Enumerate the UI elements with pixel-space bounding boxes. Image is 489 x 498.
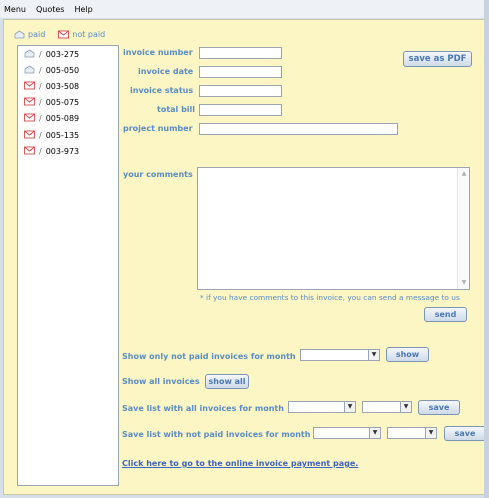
invoice-status-label: invoice status — [130, 86, 194, 95]
chevron-down-icon[interactable]: ▼ — [344, 402, 355, 412]
separator: / — [39, 114, 42, 124]
invoice-list-item[interactable]: /005-075 — [18, 95, 118, 111]
invoice-id: 005-075 — [45, 98, 80, 108]
chevron-down-icon[interactable]: ▼ — [400, 402, 411, 412]
invoice-id: 003-275 — [45, 49, 80, 59]
invoice-id: 005-050 — [45, 65, 80, 75]
not-paid-envelope-icon — [24, 130, 35, 141]
separator: / — [39, 146, 42, 156]
show-all-button[interactable]: show all — [205, 374, 249, 389]
comments-label: your comments — [123, 170, 193, 179]
separator: / — [39, 81, 42, 91]
show-button[interactable]: show — [386, 347, 429, 362]
invoice-id: 005-089 — [45, 114, 80, 124]
project-number-field[interactable] — [199, 123, 398, 135]
invoice-id: 003-973 — [45, 146, 80, 156]
legend-paid-label: paid — [28, 30, 46, 39]
send-button[interactable]: send — [424, 307, 467, 322]
not-paid-envelope-icon — [24, 81, 35, 92]
scroll-up-icon[interactable]: ▲ — [460, 170, 468, 178]
invoice-list-item[interactable]: /003-275 — [18, 46, 118, 62]
invoice-list-item[interactable]: /005-050 — [18, 62, 118, 78]
separator: / — [39, 98, 42, 108]
paid-envelope-icon — [24, 49, 35, 60]
paid-envelope-icon — [14, 30, 25, 39]
window-right-edge — [484, 0, 489, 498]
scroll-down-icon[interactable]: ▼ — [460, 279, 468, 287]
menu-menu[interactable]: Menu — [4, 5, 26, 14]
menubar: Menu Quotes Help — [0, 0, 489, 18]
separator: / — [39, 130, 42, 140]
comments-scrollbar[interactable]: ▲ ▼ — [457, 168, 469, 289]
save-as-pdf-button[interactable]: save as PDF — [403, 51, 472, 67]
not-paid-month-label: Show only not paid invoices for month — [122, 352, 296, 361]
invoice-date-label: invoice date — [138, 67, 194, 76]
total-bill-label: total bill — [157, 105, 196, 114]
status-legend: paid not paid — [14, 30, 113, 39]
not-paid-envelope-icon — [24, 113, 35, 124]
legend-not-paid-label: not paid — [72, 30, 106, 39]
save-not-paid-month-label: Save list with not paid invoices for mon… — [122, 430, 311, 439]
invoice-list[interactable]: /003-275/005-050/003-508/005-075/005-089… — [17, 45, 119, 486]
not-paid-month-select[interactable]: ▼ — [300, 349, 380, 361]
not-paid-envelope-icon — [58, 30, 70, 39]
invoice-number-field[interactable] — [199, 47, 282, 59]
menu-help[interactable]: Help — [74, 5, 92, 14]
invoice-list-item[interactable]: /005-135 — [18, 127, 118, 143]
project-number-label: project number — [123, 124, 193, 133]
show-all-label: Show all invoices — [122, 377, 200, 386]
chevron-down-icon[interactable]: ▼ — [368, 350, 379, 360]
invoice-list-item[interactable]: /005-089 — [18, 111, 118, 127]
invoice-list-item[interactable]: /003-973 — [18, 143, 118, 159]
invoice-id: 005-135 — [45, 130, 80, 140]
not-paid-envelope-icon — [24, 146, 35, 157]
legend-paid: paid — [14, 30, 45, 39]
not-paid-envelope-icon — [24, 97, 35, 108]
save-all-month-label: Save list with all invoices for month — [122, 404, 284, 413]
invoice-date-field[interactable] — [199, 66, 282, 78]
save-not-paid-button[interactable]: save — [444, 426, 486, 441]
menu-quotes[interactable]: Quotes — [36, 5, 65, 14]
invoice-list-item[interactable]: /003-508 — [18, 78, 118, 94]
chevron-down-icon[interactable]: ▼ — [425, 428, 436, 438]
separator: / — [39, 65, 42, 75]
invoice-status-field[interactable] — [199, 85, 282, 97]
save-not-paid-month-select[interactable]: ▼ — [313, 427, 381, 439]
comments-hint: * if you have comments to this invoice, … — [200, 293, 460, 302]
paid-envelope-icon — [24, 65, 35, 76]
total-bill-field[interactable] — [199, 104, 282, 116]
separator: / — [39, 49, 42, 59]
invoice-number-label: invoice number — [123, 48, 193, 57]
comments-textarea[interactable]: ▲ ▼ — [197, 167, 470, 290]
online-payment-link[interactable]: Click here to go to the online invoice p… — [122, 459, 358, 468]
save-all-month-select[interactable]: ▼ — [288, 401, 356, 413]
invoice-id: 003-508 — [45, 81, 80, 91]
save-all-button[interactable]: save — [418, 400, 460, 415]
save-all-year-select[interactable]: ▼ — [362, 401, 412, 413]
legend-not-paid: not paid — [58, 30, 105, 39]
chevron-down-icon[interactable]: ▼ — [369, 428, 380, 438]
save-not-paid-year-select[interactable]: ▼ — [387, 427, 437, 439]
